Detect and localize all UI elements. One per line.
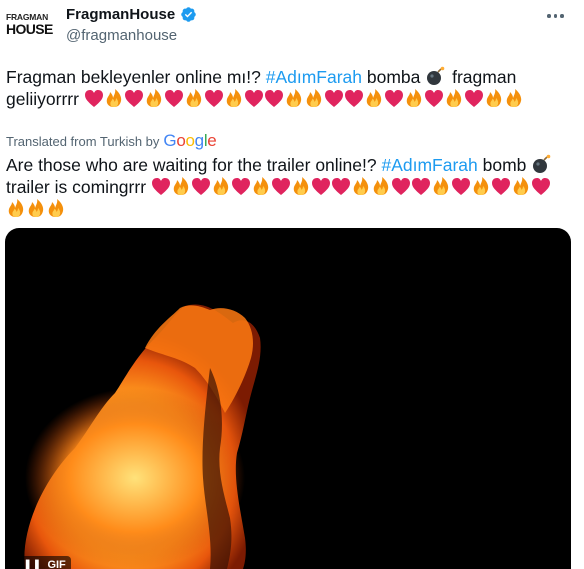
heart-emoji-icon	[391, 178, 410, 195]
heart-emoji-icon	[264, 90, 283, 107]
tweet-translated-text: Are those who are waiting for the traile…	[6, 154, 566, 220]
bomb-emoji-icon	[533, 154, 551, 173]
fire-emoji-icon	[353, 177, 369, 195]
fire-emoji-icon	[406, 89, 421, 107]
verified-badge-icon	[181, 7, 196, 22]
fire-emoji-icon	[253, 177, 269, 195]
tweet-original-text: Fragman bekleyenler online mı!? #AdımFar…	[6, 66, 566, 110]
heart-emoji-icon	[231, 178, 250, 195]
fire-emoji-icon	[373, 177, 389, 195]
gif-badge[interactable]: ❚❚ GIF	[18, 556, 71, 569]
fire-emoji-icon	[513, 177, 529, 195]
fire-emoji-icon	[8, 199, 24, 217]
fire-emoji-icon	[486, 89, 501, 107]
tweet-card: FRAGMAN HOUSE FragmanHouse @fragmanhouse…	[0, 0, 584, 569]
fire-emoji-icon	[186, 89, 201, 107]
avatar-line2: HOUSE	[6, 20, 53, 37]
heart-emoji-icon	[151, 178, 170, 195]
heart-emoji-icon	[84, 90, 103, 107]
heart-emoji-icon	[164, 90, 183, 107]
heart-emoji-icon	[244, 90, 263, 107]
bomb-emoji-icon	[427, 66, 445, 85]
translated-label: Translated from Turkish by	[6, 133, 160, 149]
heart-emoji-icon	[331, 178, 350, 195]
fire-emoji-icon	[446, 89, 461, 107]
heart-emoji-icon	[344, 90, 363, 107]
heart-emoji-icon	[271, 178, 290, 195]
translation-after-bomb: trailer is comingrrr	[6, 177, 151, 197]
display-name[interactable]: FragmanHouse	[66, 6, 175, 23]
heart-emoji-icon	[451, 178, 470, 195]
original-suffix: bomba	[362, 67, 426, 87]
heart-emoji-icon	[311, 178, 330, 195]
fire-emoji-icon	[48, 199, 64, 217]
heart-emoji-icon	[464, 90, 483, 107]
gif-label: GIF	[47, 558, 66, 569]
heart-emoji-icon	[204, 90, 223, 107]
fire-emoji-icon	[226, 89, 241, 107]
heart-emoji-icon	[384, 90, 403, 107]
avatar[interactable]: FRAGMAN HOUSE	[6, 10, 56, 38]
heart-emoji-icon	[491, 178, 510, 195]
translation-attribution[interactable]: Translated from Turkish by Google	[6, 131, 217, 151]
more-options-icon[interactable]	[547, 9, 567, 23]
heart-emoji-icon	[191, 178, 210, 195]
author-handle[interactable]: @fragmanhouse	[66, 27, 177, 44]
original-emoji-row	[84, 89, 524, 109]
author-row: FragmanHouse	[66, 6, 197, 23]
fire-emoji-icon	[146, 89, 161, 107]
fire-emoji-icon	[286, 89, 301, 107]
hashtag-link-translated[interactable]: #AdımFarah	[381, 155, 477, 175]
fire-emoji-icon	[506, 89, 521, 107]
fire-image	[24, 304, 261, 569]
gif-media[interactable]: ❚❚ GIF	[5, 228, 571, 569]
hashtag-link[interactable]: #AdımFarah	[266, 67, 362, 87]
fire-emoji-icon	[366, 89, 381, 107]
translation-prefix: Are those who are waiting for the traile…	[6, 155, 382, 175]
original-prefix: Fragman bekleyenler online mı!?	[6, 67, 266, 87]
fire-emoji-icon	[28, 199, 44, 217]
heart-emoji-icon	[531, 178, 550, 195]
heart-emoji-icon	[424, 90, 443, 107]
fire-emoji-icon	[106, 89, 121, 107]
google-logo: Google	[163, 131, 217, 150]
heart-emoji-icon	[411, 178, 430, 195]
fire-emoji-icon	[173, 177, 189, 195]
fire-emoji-icon	[473, 177, 489, 195]
fire-emoji-icon	[293, 177, 309, 195]
fire-emoji-icon	[213, 177, 229, 195]
fire-emoji-icon	[306, 89, 321, 107]
fire-emoji-icon	[433, 177, 449, 195]
translation-suffix: bomb	[477, 155, 532, 175]
heart-emoji-icon	[124, 90, 143, 107]
pause-icon: ❚❚	[23, 559, 42, 569]
heart-emoji-icon	[324, 90, 343, 107]
